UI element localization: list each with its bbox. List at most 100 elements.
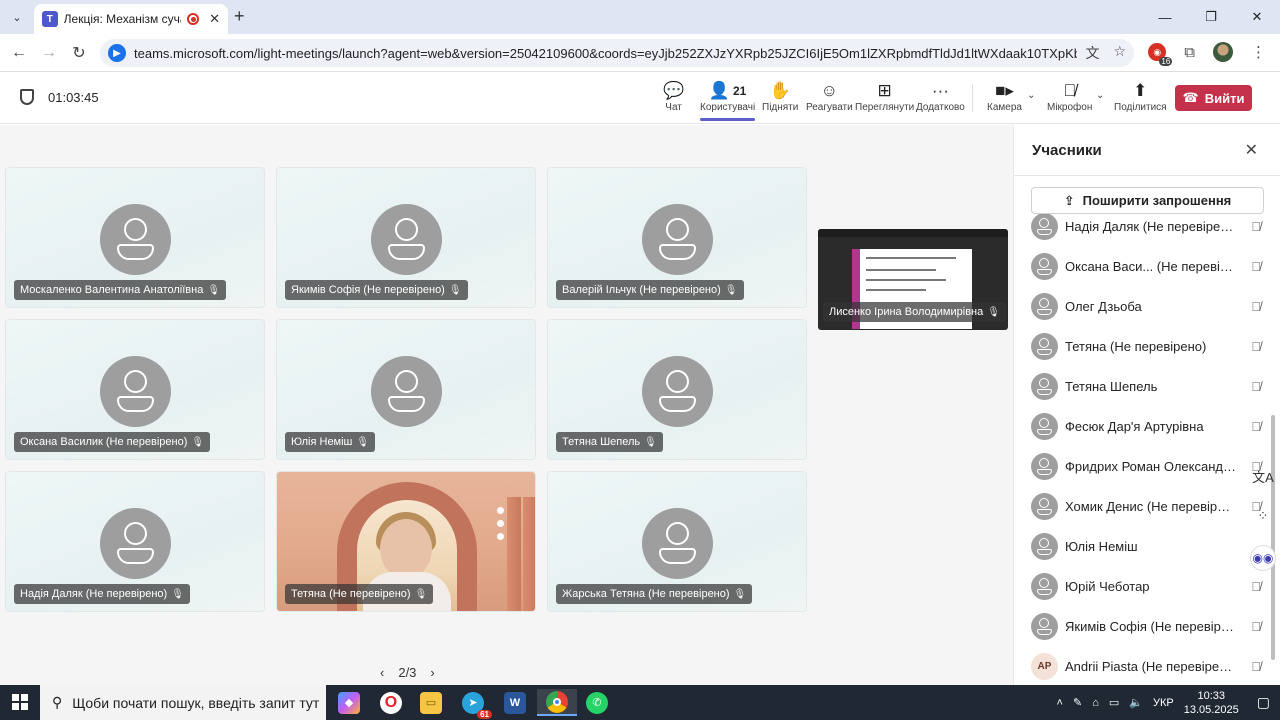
forward-icon[interactable]: → [38, 42, 60, 64]
share-button[interactable]: ⬆ Поділитися [1114, 80, 1167, 113]
list-item[interactable]: Олег Дзьоба 🎙̸ [1031, 286, 1261, 326]
view-button[interactable]: ⊞ Переглянути [855, 80, 914, 113]
language-indicator[interactable]: УКР [1153, 697, 1174, 709]
new-tab-button[interactable]: + [234, 6, 245, 27]
touch-keyboard-icon[interactable]: ✎ [1073, 696, 1082, 709]
more-button[interactable]: ··· Додатково [916, 80, 965, 113]
react-button[interactable]: ☺ Реагувати [806, 80, 853, 113]
list-item[interactable]: Фесюк Дар'я Артурівна 🎙̸ [1031, 406, 1261, 446]
list-item[interactable]: Тетяна Шепель 🎙̸ [1031, 366, 1261, 406]
copilot-icon[interactable]: ◉◉ [1250, 545, 1276, 571]
profile-avatar[interactable] [1213, 42, 1233, 62]
name-label: Юлія Неміш 🎙 [285, 432, 376, 452]
share-invite-button[interactable]: ⇪ Поширити запрошення [1031, 187, 1264, 214]
taskbar-app-word[interactable]: W [495, 689, 535, 716]
list-item[interactable]: Оксана Васи... (Не перевірено) 🎙̸ [1031, 246, 1261, 286]
apps-side-icon[interactable]: ⁘ [1252, 505, 1274, 527]
back-icon[interactable]: ← [8, 42, 30, 64]
tab-search-chevron-icon[interactable]: ⌄ [6, 6, 28, 28]
mic-button[interactable]: 🎙̸ Мікрофон [1047, 80, 1092, 113]
taskbar-search-input[interactable]: ⚲ Щоби почати пошук, введіть запит тут [40, 685, 326, 720]
browser-tab[interactable]: T Лекція: Механізм сучасної ✕ [34, 4, 228, 34]
participant-video-tile[interactable]: Тетяна (Не перевірено) 🎙 [276, 471, 536, 612]
list-item[interactable]: Юрій Чеботар 🎙̸ [1031, 566, 1261, 606]
avatar [100, 508, 171, 579]
notifications-icon[interactable]: ▢ [1257, 694, 1270, 711]
mic-off-icon: 🎙̸ [1063, 81, 1077, 100]
taskbar-app-opera[interactable]: O [371, 689, 411, 716]
browser-side-icons: 文A ⁘ ◉◉ [1250, 465, 1276, 571]
meeting-toolbar: 01:03:45 💬 Чат 👤 21 Користувачі ✋ Підняти… [0, 72, 1280, 124]
taskbar-app-chrome[interactable] [537, 689, 577, 716]
participant-tile[interactable]: Москаленко Валентина Анатоліївна 🎙 [5, 167, 265, 308]
list-item[interactable]: Надія Даляк (Не перевірено) 🎙̸ [1031, 213, 1261, 246]
camera-options-chevron-icon[interactable]: ⌄ [1027, 90, 1035, 101]
participant-tile[interactable]: Надія Даляк (Не перевірено) 🎙 [5, 471, 265, 612]
share-name-label: Лисенко Ірина Володимирівна 🎙 [823, 302, 1006, 322]
tray-overflow-icon[interactable]: ˄ [1057, 697, 1063, 709]
list-item[interactable]: Якимів Софія (Не перевірено) 🎙̸ [1031, 606, 1261, 646]
tab-close-icon[interactable]: ✕ [209, 11, 220, 27]
reload-icon[interactable]: ↻ [68, 42, 90, 64]
mic-off-icon: 🎙̸ [1251, 298, 1261, 314]
name-label: Якимів Софія (Не перевірено) 🎙 [285, 280, 468, 300]
meeting-timer: 01:03:45 [20, 89, 99, 105]
mic-off-icon: 🎙 [733, 588, 747, 600]
camera-button[interactable]: ■▸ Камера [987, 80, 1022, 113]
participant-tile[interactable]: Валерій Ільчук (Не перевірено) 🎙 [547, 167, 807, 308]
browser-menu-icon[interactable]: ⋮ [1251, 43, 1266, 61]
participant-tile[interactable]: Якимів Софія (Не перевірено) 🎙 [276, 167, 536, 308]
grid-view-icon: ⊞ [877, 81, 892, 100]
volume-icon[interactable]: 🔈 [1129, 696, 1143, 709]
mic-off-icon: 🎙̸ [1251, 618, 1261, 634]
participants-list[interactable]: Надія Даляк (Не перевірено) 🎙̸ Оксана Ва… [1014, 213, 1280, 683]
avatar [100, 356, 171, 427]
bookmark-star-icon[interactable]: ☆ [1113, 43, 1126, 63]
taskbar-app-copilot[interactable]: ◆ [329, 689, 369, 716]
url-field[interactable]: ▶ teams.microsoft.com/light-meetings/lau… [100, 39, 1134, 67]
taskbar-clock[interactable]: 10:33 13.05.2025 [1184, 689, 1239, 717]
extensions-puzzle-icon[interactable]: ⧉ [1184, 44, 1195, 61]
participant-tile[interactable]: Оксана Василик (Не перевірено) 🎙 [5, 319, 265, 460]
avatar-initials: AP [1031, 652, 1058, 680]
list-item[interactable]: Юлія Неміш [1031, 526, 1261, 566]
extension-icon[interactable]: ◉ 16 [1148, 43, 1173, 66]
network-icon[interactable]: ⌂ [1092, 697, 1099, 709]
raise-hand-button[interactable]: ✋ Підняти [762, 80, 798, 113]
close-window-icon[interactable]: ✕ [1234, 0, 1280, 34]
avatar [100, 204, 171, 275]
list-item[interactable]: Хомик Денис (Не перевірено) 🎙̸ [1031, 486, 1261, 526]
close-icon[interactable]: ✕ [1245, 140, 1258, 160]
site-info-icon[interactable]: ▶ [108, 44, 126, 62]
leave-button[interactable]: ☎ Вийти [1175, 85, 1252, 111]
chat-button[interactable]: 💬 Чат [663, 80, 684, 113]
screen-share-tile[interactable]: Лисенко Ірина Володимирівна 🎙 [818, 229, 1008, 330]
mic-options-chevron-icon[interactable]: ⌄ [1096, 90, 1104, 101]
participant-tile[interactable]: Жарська Тетяна (Не перевірено) 🎙 [547, 471, 807, 612]
name-label: Надія Даляк (Не перевірено) 🎙 [14, 584, 190, 604]
copilot-app-icon: ◆ [338, 691, 360, 714]
maximize-icon[interactable]: ❐ [1188, 0, 1234, 34]
participant-tile[interactable]: Юлія Неміш 🎙 [276, 319, 536, 460]
taskbar-app-whatsapp[interactable]: ✆ [577, 689, 617, 716]
minimize-icon[interactable]: — [1142, 0, 1188, 34]
taskbar-app-explorer[interactable]: ▭ [411, 689, 451, 716]
list-item[interactable]: AP Andrii Piasta (Не перевірено) 🎙̸ [1031, 646, 1261, 683]
participant-face [380, 519, 432, 579]
prev-page-icon[interactable]: ‹ [380, 665, 384, 680]
participant-tile[interactable]: Тетяна Шепель 🎙 [547, 319, 807, 460]
taskbar-app-telegram[interactable]: ➤ 61 [453, 689, 493, 719]
mic-off-icon: 🎙̸ [1251, 218, 1261, 234]
mic-off-icon: 🎙̸ [1251, 258, 1261, 274]
list-item[interactable]: Тетяна (Не перевірено) 🎙̸ [1031, 326, 1261, 366]
people-button[interactable]: 👤 21 Користувачі [700, 80, 756, 121]
battery-icon[interactable]: ▭ [1109, 696, 1119, 709]
windows-start-icon[interactable] [12, 694, 28, 710]
next-page-icon[interactable]: › [430, 665, 434, 680]
share-screen-icon: ⬆ [1133, 81, 1148, 100]
avatar [642, 356, 713, 427]
translate-side-icon[interactable]: 文A [1252, 465, 1274, 487]
translate-icon[interactable]: 文 [1085, 43, 1099, 63]
list-item[interactable]: Фридрих Роман Олександрович 🎙̸ [1031, 446, 1261, 486]
name-label: Жарська Тетяна (Не перевірено) 🎙 [556, 584, 753, 604]
